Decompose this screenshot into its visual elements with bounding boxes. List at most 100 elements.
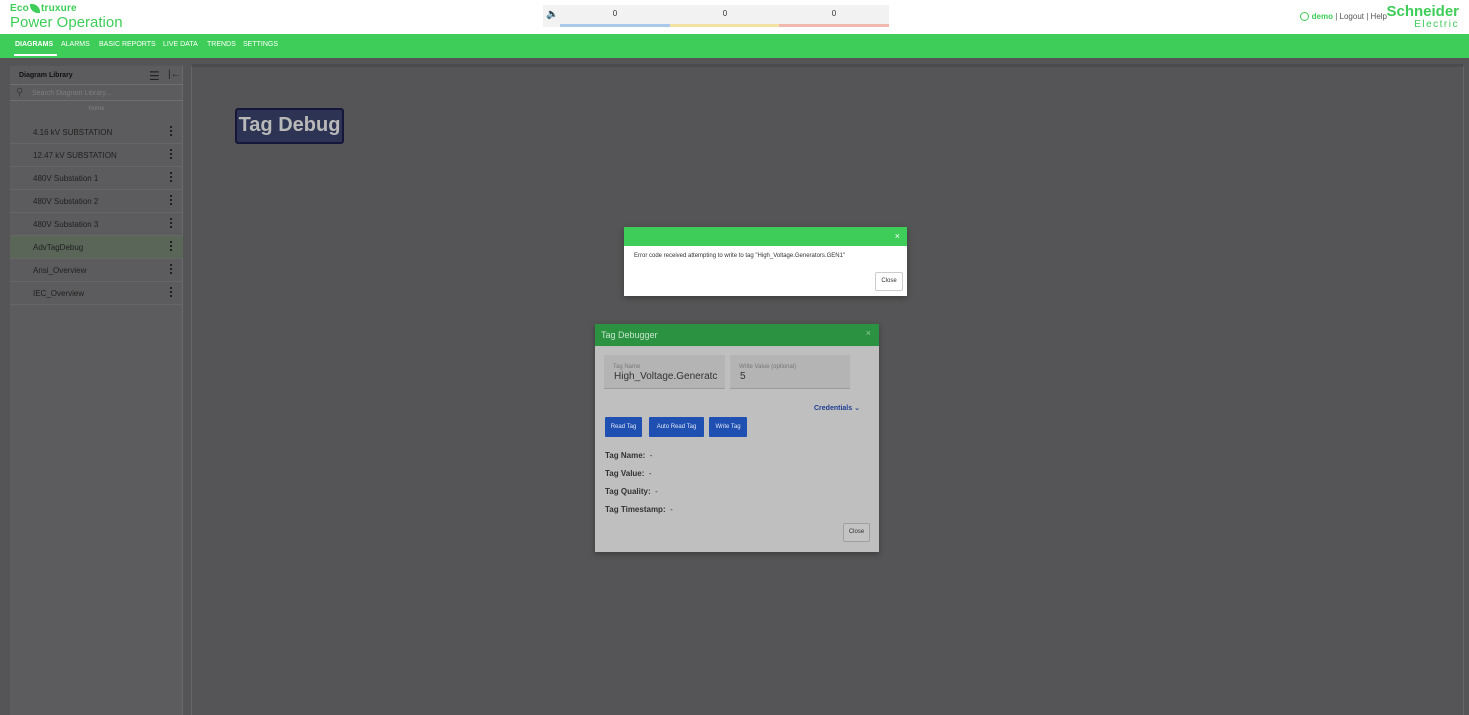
more-options-icon[interactable]: [168, 217, 174, 231]
main-nav: DIAGRAMS ALARMS BASIC REPORTS LIVE DATA …: [0, 34, 1469, 58]
tag-debugger-close-button[interactable]: Close: [843, 523, 870, 542]
user-menu: demo | Logout | Help: [1299, 12, 1387, 22]
brand-line1: Schneider: [1386, 3, 1459, 20]
diagram-item-label: 12.47 kV SUBSTATION: [33, 151, 117, 160]
error-message: Error code received attempting to write …: [634, 253, 846, 259]
write-value-label: Write Value (optional): [739, 364, 797, 370]
info-label: Tag Value:: [605, 469, 645, 478]
info-label: Tag Timestamp:: [605, 505, 666, 514]
more-options-icon[interactable]: [168, 263, 174, 277]
hamburger-menu-icon[interactable]: ☰: [149, 69, 160, 83]
error-close-button[interactable]: Close: [875, 272, 903, 291]
nav-trends[interactable]: TRENDS: [207, 41, 236, 48]
more-options-icon[interactable]: [168, 240, 174, 254]
info-value: -: [649, 451, 653, 460]
info-value: -: [670, 505, 673, 514]
error-dialog: × Error code received attempting to writ…: [624, 227, 907, 296]
diagram-item-label: AdvTagDebug: [33, 243, 84, 252]
tag-quality-info: Tag Quality: -: [605, 487, 658, 496]
home-breadcrumb[interactable]: Home: [10, 106, 183, 112]
close-icon[interactable]: ×: [895, 231, 900, 241]
alarm-bar-high: [779, 24, 889, 27]
user-name[interactable]: demo: [1312, 12, 1333, 21]
nav-active-indicator: [14, 54, 57, 56]
nav-live-data[interactable]: LIVE DATA: [163, 41, 198, 48]
search-input[interactable]: [32, 88, 172, 99]
diagram-item-label: 480V Substation 2: [33, 197, 99, 206]
logo-prefix: Eco: [10, 3, 29, 14]
library-search: ⚲: [10, 86, 183, 101]
alarm-banner[interactable]: 🔈 0 0 0: [543, 5, 889, 27]
logo-suffix: truxure: [40, 3, 77, 14]
more-options-icon[interactable]: [168, 125, 174, 139]
diagram-item[interactable]: 480V Substation 2: [10, 190, 183, 213]
brand-line2: Electric: [1414, 19, 1459, 30]
tag-value-info: Tag Value: -: [605, 469, 652, 478]
diagram-item[interactable]: 480V Substation 3: [10, 213, 183, 236]
write-tag-button[interactable]: Write Tag: [709, 417, 747, 437]
app-header: Eco truxure Power Operation 🔈 0 0 0 demo …: [0, 0, 1469, 34]
alarm-count-low[interactable]: 0: [560, 8, 670, 27]
more-options-icon[interactable]: [168, 171, 174, 185]
nav-diagrams[interactable]: DIAGRAMS: [15, 41, 53, 48]
tag-debug-button[interactable]: Tag Debug: [235, 108, 344, 144]
tag-name-input[interactable]: High_Voltage.Generatc: [614, 371, 722, 382]
tag-timestamp-info: Tag Timestamp: -: [605, 505, 673, 514]
alarm-count-medium[interactable]: 0: [670, 8, 780, 27]
write-value-field[interactable]: Write Value (optional) 5: [730, 355, 850, 389]
nav-alarms[interactable]: ALARMS: [61, 41, 90, 48]
tag-name-field[interactable]: Tag Name High_Voltage.Generatc: [604, 355, 725, 389]
speaker-icon[interactable]: 🔈: [546, 9, 558, 20]
info-label: Tag Name:: [605, 451, 646, 460]
logout-link[interactable]: Logout: [1340, 12, 1364, 21]
nav-basic-reports[interactable]: BASIC REPORTS: [99, 41, 156, 48]
info-value: -: [655, 487, 658, 496]
leaf-icon: [29, 3, 40, 13]
diagram-item-label: 480V Substation 1: [33, 174, 99, 183]
credentials-label: Credentials: [814, 405, 853, 412]
diagram-item-label: Ansi_Overview: [33, 266, 87, 275]
diagram-item[interactable]: IEC_Overview: [10, 282, 183, 305]
chevron-down-icon: ⌄: [854, 405, 860, 412]
diagram-item[interactable]: 480V Substation 1: [10, 167, 183, 190]
ecostruxure-logo: Eco truxure: [10, 3, 77, 14]
info-value: -: [648, 469, 652, 478]
auto-read-tag-button[interactable]: Auto Read Tag: [649, 417, 704, 437]
collapse-sidebar-icon[interactable]: |←: [168, 69, 181, 80]
diagram-item[interactable]: 12.47 kV SUBSTATION: [10, 144, 183, 167]
more-options-icon[interactable]: [168, 148, 174, 162]
write-value-input[interactable]: 5: [740, 371, 746, 382]
tag-debugger-header: Tag Debugger ×: [595, 324, 879, 346]
app-name: Power Operation: [10, 14, 123, 31]
tag-debugger-dialog: Tag Debugger × Tag Name High_Voltage.Gen…: [595, 324, 879, 552]
diagram-item[interactable]: 4.16 kV SUBSTATION: [10, 121, 183, 144]
nav-settings[interactable]: SETTINGS: [243, 41, 278, 48]
library-header: Diagram Library ☰ |←: [10, 66, 183, 85]
read-tag-button[interactable]: Read Tag: [605, 417, 642, 437]
diagram-library: Diagram Library ☰ |← ⚲ Home 4.16 kV SUBS…: [10, 66, 183, 715]
alarm-count-medium-value: 0: [722, 9, 728, 18]
dialog-title: Tag Debugger: [601, 330, 658, 340]
alarm-bar-low: [560, 24, 670, 27]
diagram-item-label: 480V Substation 3: [33, 220, 99, 229]
alarm-count-high-value: 0: [831, 9, 837, 18]
diagram-item-label: 4.16 kV SUBSTATION: [33, 128, 113, 137]
diagram-item-active[interactable]: AdvTagDebug: [10, 236, 183, 259]
diagram-item[interactable]: Ansi_Overview: [10, 259, 183, 282]
tag-name-info: Tag Name: -: [605, 451, 652, 460]
more-options-icon[interactable]: [168, 286, 174, 300]
info-label: Tag Quality:: [605, 487, 651, 496]
diagram-item-label: IEC_Overview: [33, 289, 85, 298]
diagram-list: 4.16 kV SUBSTATION 12.47 kV SUBSTATION 4…: [10, 121, 183, 305]
help-link[interactable]: Help: [1371, 12, 1387, 21]
more-options-icon[interactable]: [168, 194, 174, 208]
close-icon[interactable]: ×: [866, 328, 871, 338]
alarm-bar-medium: [670, 24, 780, 27]
credentials-toggle[interactable]: Credentials ⌄: [814, 404, 860, 412]
library-title: Diagram Library: [19, 72, 73, 79]
schneider-logo: Schneider Electric: [1386, 4, 1459, 30]
search-icon: ⚲: [16, 87, 24, 98]
separator: |: [1366, 12, 1369, 21]
separator: |: [1335, 12, 1338, 21]
alarm-count-high[interactable]: 0: [779, 8, 889, 27]
